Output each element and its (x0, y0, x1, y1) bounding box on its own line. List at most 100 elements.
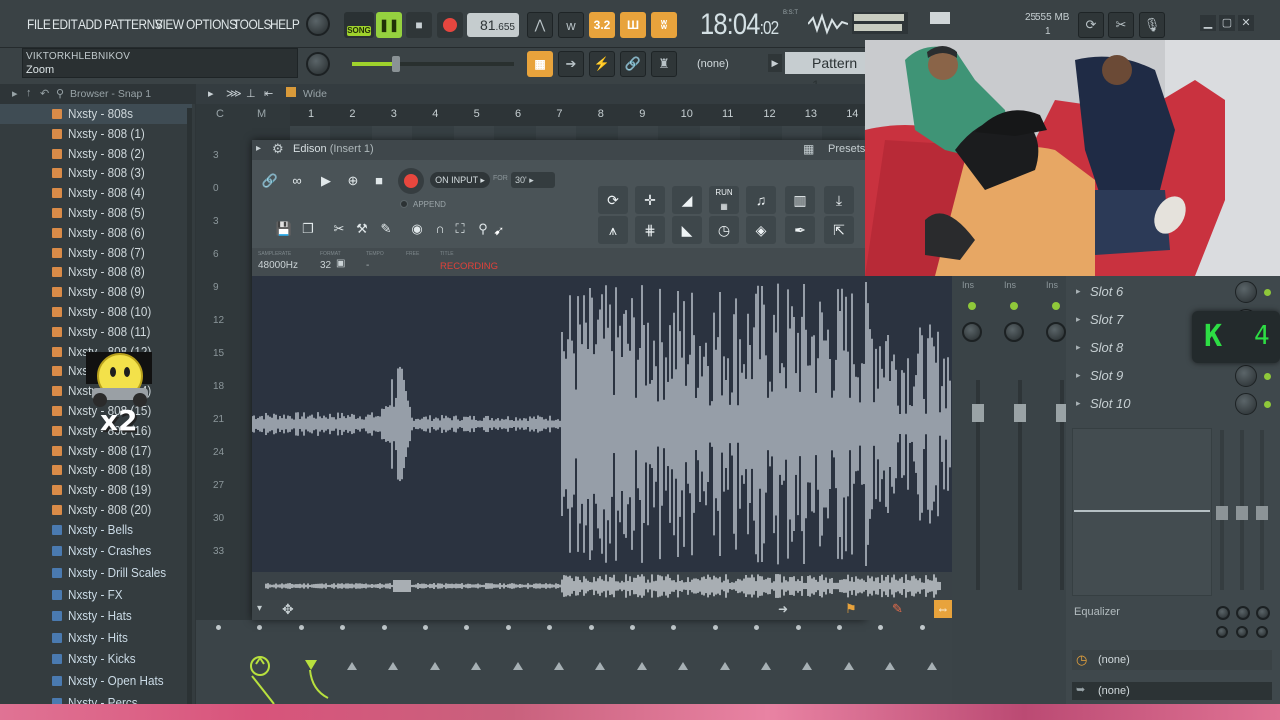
browser-file[interactable]: Nxsty - 808s (0, 104, 192, 124)
stop-button[interactable]: ■ (406, 12, 432, 38)
scissors-icon[interactable]: ✂ (328, 218, 350, 240)
menu-help[interactable]: HELP (270, 16, 300, 32)
edison-expand-icon[interactable]: ▸ (256, 143, 261, 154)
pattern-song-toggle[interactable]: SONG (344, 12, 374, 38)
loop-icon[interactable]: ∞ (286, 170, 308, 192)
timeline-ruler[interactable] (290, 104, 866, 126)
slot-expand-icon[interactable]: ▸ (1076, 286, 1081, 297)
browser-file[interactable]: Nxsty - 808 (3) (0, 163, 192, 183)
record-mode-select[interactable]: ON INPUT ▸ (430, 172, 490, 188)
eq-knob-6[interactable] (1256, 626, 1268, 638)
edison-presets[interactable]: Presets (828, 143, 865, 155)
slot-mix-knob[interactable] (1235, 393, 1257, 415)
browser-file[interactable]: Nxsty - 808 (4) (0, 183, 192, 203)
browser-file[interactable]: Nxsty - 808 (6) (0, 223, 192, 243)
collapse-icon[interactable]: ▸ (12, 87, 18, 100)
clock-icon[interactable]: ◷ (709, 216, 739, 244)
automation-point-icon[interactable] (926, 662, 937, 670)
browser-folder[interactable]: Nxsty - Hats (0, 606, 192, 626)
move-icon[interactable]: ✥ (282, 601, 294, 618)
snap-color-icon[interactable] (286, 87, 296, 97)
eq-knob-3[interactable] (1256, 606, 1270, 620)
mixer-led[interactable] (968, 302, 976, 310)
automation-point-icon[interactable] (636, 662, 647, 670)
slot-expand-icon[interactable]: ▸ (1076, 342, 1081, 353)
playlist-arrow-icon[interactable]: ▸ (208, 87, 214, 100)
slot-expand-icon[interactable]: ▸ (1076, 398, 1081, 409)
browser-file[interactable]: Nxsty - 808 (19) (0, 480, 192, 500)
step-dot[interactable] (423, 625, 428, 630)
equalizer-graph[interactable] (1072, 428, 1212, 596)
brush-icon[interactable]: ✎ (375, 218, 397, 240)
search-icon[interactable]: ⚲ (56, 87, 64, 100)
menu-file[interactable]: FILE (27, 16, 51, 32)
browser-file[interactable]: Nxsty - 808 (8) (0, 262, 192, 282)
stop-icon[interactable]: ■ (368, 170, 390, 192)
input-select[interactable]: (none) (1072, 682, 1272, 700)
fx-slot[interactable]: Slot 10 (1090, 396, 1130, 411)
browser-file[interactable]: Nxsty - 808 (20) (0, 500, 192, 520)
mixer-pan-knob[interactable] (1004, 322, 1024, 342)
undo-history-icon[interactable]: ⟳ (1078, 12, 1104, 38)
pattern-play-icon[interactable]: ▶ (768, 54, 782, 72)
slot-enable-led[interactable] (1264, 401, 1271, 408)
spectrum-icon[interactable]: ▥ (785, 186, 815, 214)
tempo-display[interactable]: 81.655 (467, 13, 519, 37)
run-button[interactable]: RUN ▦ (709, 186, 739, 214)
step-dot[interactable] (381, 625, 387, 630)
automation-point-icon[interactable] (512, 662, 523, 670)
browser-folder[interactable]: Nxsty - Drill Scales (0, 563, 192, 583)
record-button[interactable] (437, 12, 463, 38)
automation-point-icon[interactable] (554, 662, 564, 670)
snap-mode[interactable]: Wide (303, 88, 327, 100)
slot-mix-knob[interactable] (1235, 365, 1257, 387)
microphone-icon[interactable]: 🎙 (1139, 12, 1165, 38)
close-icon[interactable]: ✕ (1238, 15, 1254, 31)
main-pitch-knob[interactable] (306, 12, 330, 36)
browser-file[interactable]: Nxsty - 808 (18) (0, 460, 192, 480)
automation-point-icon[interactable] (429, 662, 440, 670)
browser-folder[interactable]: Nxsty - Kicks (0, 649, 192, 669)
mixer-pan-knob[interactable] (1046, 322, 1066, 342)
step-edit-button[interactable]: Ш (620, 12, 646, 38)
slot-expand-icon[interactable]: ▸ (1076, 314, 1081, 325)
menu-add[interactable]: ADD (78, 16, 102, 32)
headphones-icon[interactable]: ∩ (429, 218, 451, 240)
browser-file[interactable]: Nxsty - 808 (7) (0, 243, 192, 263)
fx-slot[interactable]: Slot 6 (1090, 284, 1123, 299)
wrench-icon[interactable]: ⚒ (351, 218, 373, 240)
marker-icon[interactable]: ⤓ (824, 186, 854, 214)
step-dot[interactable] (216, 625, 221, 630)
mixer-led[interactable] (1052, 302, 1060, 310)
browser-file[interactable]: Nxsty - 808 (2) (0, 144, 192, 164)
stretch-icon[interactable]: ⇔ (934, 600, 952, 618)
automation-point-icon[interactable] (347, 662, 357, 670)
browser-folder[interactable]: Nxsty - Crashes (0, 541, 192, 561)
send-faders[interactable] (1216, 430, 1270, 595)
link-icon[interactable]: 🔗 (259, 170, 281, 192)
edison-gear-icon[interactable]: ⚙ (272, 141, 284, 157)
master-volume-slider[interactable] (352, 56, 514, 72)
export-icon[interactable]: ⇱ (824, 216, 854, 244)
automation-point-icon[interactable] (678, 662, 689, 670)
step-dot[interactable] (588, 625, 594, 630)
send-icon[interactable]: ➜ (778, 602, 788, 616)
piano-roll-button[interactable]: ▦ (527, 51, 553, 77)
blend-notes-button[interactable]: ʬ (651, 12, 677, 38)
fx-slot[interactable]: Slot 8 (1090, 340, 1123, 355)
slot-expand-icon[interactable]: ▸ (1076, 370, 1081, 381)
maximize-icon[interactable]: ▢ (1219, 15, 1235, 31)
denoise-icon[interactable]: ⋕ (635, 216, 665, 244)
step-dot[interactable] (837, 625, 842, 630)
mixer-led[interactable] (1010, 302, 1018, 310)
pan-marker-icon[interactable] (305, 660, 317, 670)
pattern-select[interactable]: Pattern 1 (785, 52, 867, 93)
automation-point-icon[interactable] (471, 662, 482, 670)
pencil-tool-icon[interactable]: ✎ (892, 601, 903, 617)
playlist-menu-icon[interactable]: ⋙ (226, 87, 242, 100)
channel-select[interactable]: (none) (697, 55, 761, 73)
automation-point-icon[interactable] (388, 662, 399, 670)
metronome-icon[interactable]: ⋀ (527, 12, 553, 38)
marker-flag-icon[interactable]: ⚑ (845, 601, 857, 617)
fade-out-icon[interactable]: ◣ (672, 216, 702, 244)
